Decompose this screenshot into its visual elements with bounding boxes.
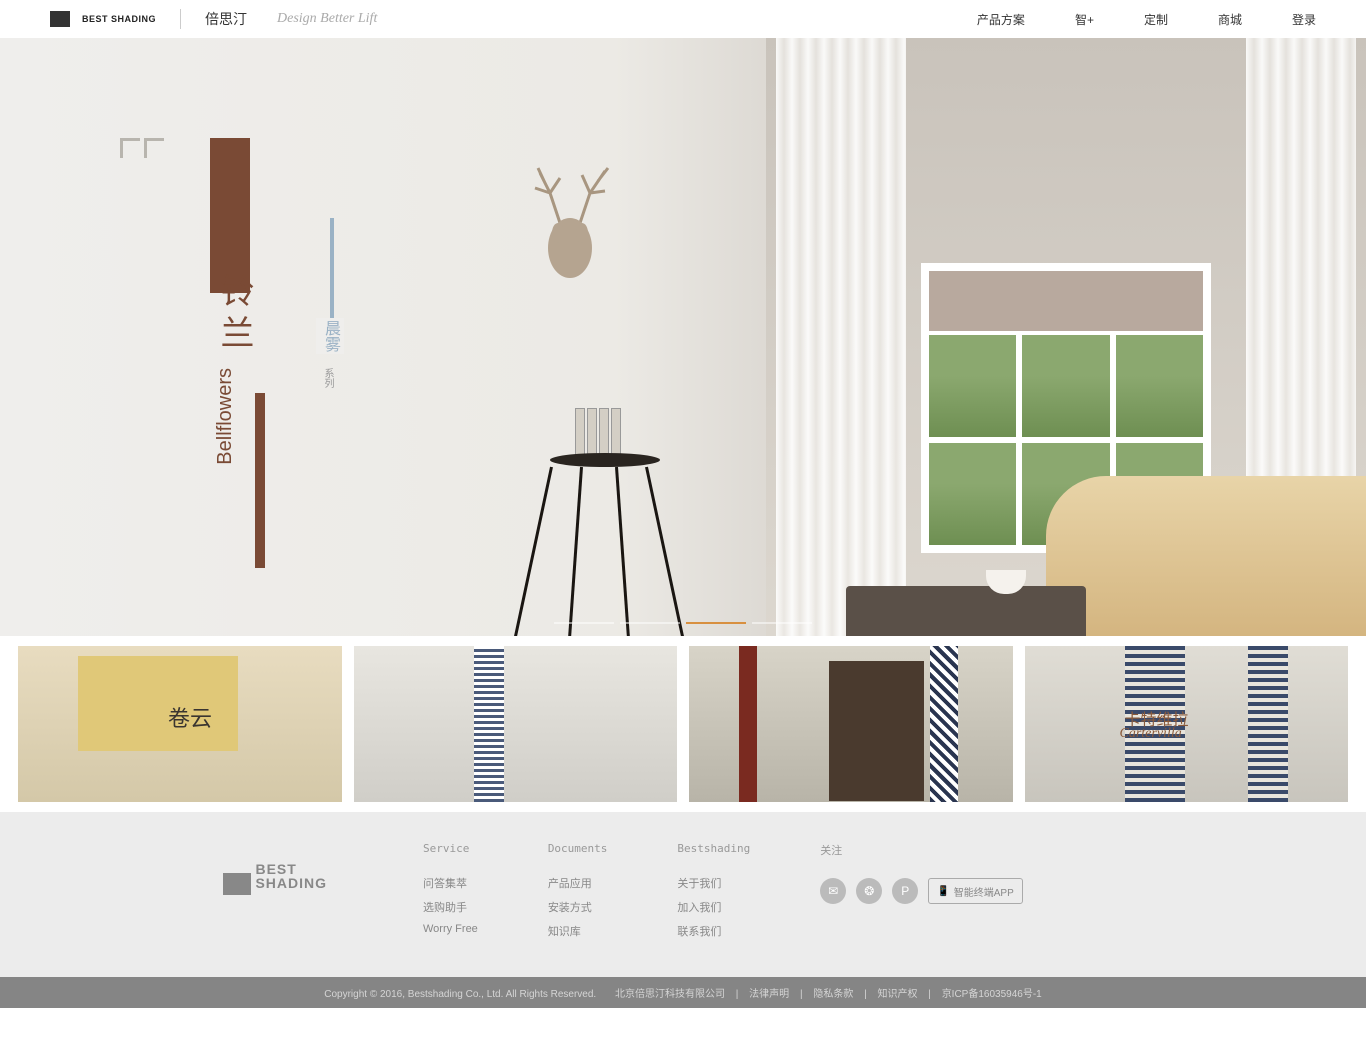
thumbnail-row: 卷云 卡特维拉 Cartervilla <box>0 636 1366 812</box>
footer: BESTSHADING Service 问答集萃 选购助手 Worry Free… <box>0 812 1366 1008</box>
thumb-2[interactable] <box>354 646 678 802</box>
tray-deco <box>846 586 1086 636</box>
footer-link[interactable]: 问答集萃 <box>423 875 478 891</box>
footer-link[interactable]: 知识库 <box>548 923 608 939</box>
footer-bar-link[interactable]: 隐私条款 <box>813 989 853 1000</box>
footer-link[interactable]: Worry Free <box>423 923 478 935</box>
app-button[interactable]: 📱 智能终端APP <box>928 878 1022 904</box>
quote-icon <box>120 138 140 158</box>
footer-col-service: Service 问答集萃 选购助手 Worry Free <box>423 842 478 947</box>
thumb-1[interactable]: 卷云 <box>18 646 342 802</box>
logo[interactable]: BEST SHADING 倍思汀 <box>50 9 247 29</box>
nav-login[interactable]: 登录 <box>1292 11 1316 28</box>
hero-subtitle: 晨雾 <box>316 318 344 354</box>
footer-bar-link[interactable]: 京ICP备16035946号-1 <box>942 989 1042 1000</box>
footer-col-heading: Service <box>423 842 478 855</box>
footer-col-follow: 关注 ✉ ❂ P 📱 智能终端APP <box>820 842 1022 947</box>
quote-icon <box>144 138 164 158</box>
deco-line <box>330 218 334 318</box>
hero-title-en: Bellflowers <box>214 368 237 465</box>
logo-icon <box>50 11 70 27</box>
carousel-dot[interactable] <box>554 622 614 624</box>
footer-link[interactable]: 联系我们 <box>677 923 750 939</box>
nav-custom[interactable]: 定制 <box>1144 11 1168 28</box>
footer-col-bestshading: Bestshading 关于我们 加入我们 联系我们 <box>677 842 750 947</box>
pinterest-icon[interactable]: P <box>892 878 918 904</box>
deer-icon <box>510 163 630 293</box>
brand-cn: 倍思汀 <box>205 9 247 29</box>
footer-col-heading: Documents <box>548 842 608 855</box>
deco-block <box>210 138 250 293</box>
phone-icon: 📱 <box>937 886 949 897</box>
footer-bar-link[interactable]: 知识产权 <box>878 989 918 1000</box>
carousel-dots <box>554 622 812 624</box>
main-nav: 产品方案 智+ 定制 商城 登录 <box>977 11 1316 28</box>
hero-title-cn: 铃兰 <box>210 273 259 357</box>
carousel-dot[interactable] <box>752 622 812 624</box>
divider <box>180 9 181 29</box>
sofa-deco <box>1046 476 1366 636</box>
stool-deco <box>530 453 680 636</box>
thumb-1-label: 卷云 <box>168 701 212 733</box>
nav-products[interactable]: 产品方案 <box>977 11 1025 28</box>
nav-mall[interactable]: 商城 <box>1218 11 1242 28</box>
footer-logo[interactable]: BESTSHADING <box>223 842 353 947</box>
footer-bar-link[interactable]: 法律声明 <box>749 989 789 1000</box>
hero-subtitle-small: 系列 <box>320 368 335 388</box>
thumb-4[interactable]: 卡特维拉 Cartervilla <box>1025 646 1349 802</box>
thumb-3[interactable] <box>689 646 1013 802</box>
hero-quote-marks <box>120 138 164 168</box>
logo-text: BEST SHADING <box>82 14 156 24</box>
curtain-scene <box>766 38 1366 636</box>
footer-link[interactable]: 产品应用 <box>548 875 608 891</box>
footer-link[interactable]: 安装方式 <box>548 899 608 915</box>
footer-link[interactable]: 关于我们 <box>677 875 750 891</box>
deco-block <box>255 393 265 568</box>
carousel-dot-active[interactable] <box>686 622 746 624</box>
header: BEST SHADING 倍思汀 Design Better Lift 产品方案… <box>0 0 1366 38</box>
tagline: Design Better Lift <box>277 11 377 27</box>
weibo-icon[interactable]: ❂ <box>856 878 882 904</box>
footer-col-documents: Documents 产品应用 安装方式 知识库 <box>548 842 608 947</box>
thumb-4-script: Cartervilla <box>1120 726 1182 742</box>
footer-link[interactable]: 加入我们 <box>677 899 750 915</box>
footer-col-heading: Bestshading <box>677 842 750 855</box>
footer-bar: Copyright © 2016, Bestshading Co., Ltd. … <box>0 977 1366 1008</box>
wechat-icon[interactable]: ✉ <box>820 878 846 904</box>
footer-col-heading: 关注 <box>820 842 1022 858</box>
curtain-left <box>776 38 906 636</box>
hero-banner: 铃兰 Bellflowers 晨雾 系列 <box>0 38 1366 636</box>
carousel-dot[interactable] <box>620 622 680 624</box>
footer-link[interactable]: 选购助手 <box>423 899 478 915</box>
company-name: 北京倍思汀科技有限公司 <box>615 989 725 1000</box>
copyright: Copyright © 2016, Bestshading Co., Ltd. … <box>324 989 596 1000</box>
footer-logo-icon <box>223 873 251 895</box>
footer-logo-text: BESTSHADING <box>255 862 327 890</box>
nav-smart[interactable]: 智+ <box>1075 11 1094 28</box>
